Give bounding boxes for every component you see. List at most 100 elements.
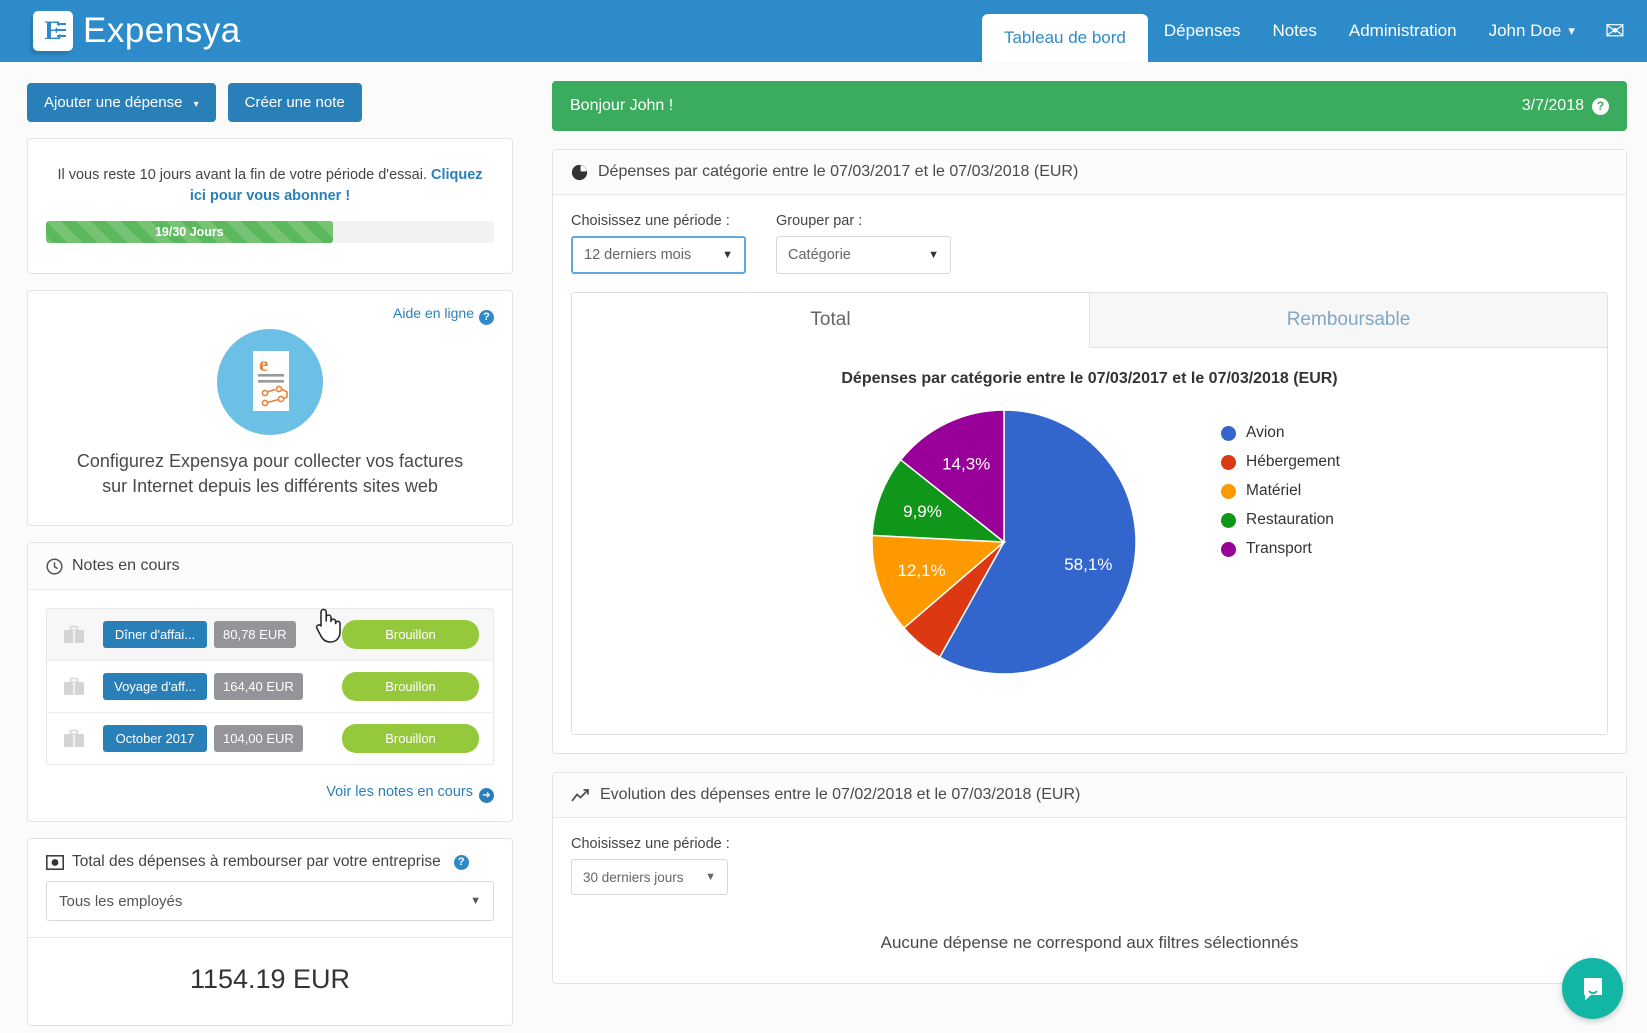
chevron-down-icon: ▾ <box>1568 23 1575 38</box>
brand-logo-group[interactable]: E Expensya <box>33 11 241 51</box>
nav-item-dashboard[interactable]: Tableau de bord <box>981 14 1148 62</box>
top-navigation-bar: E Expensya Tableau de bord Dépenses Note… <box>0 0 1647 62</box>
chevron-down-icon: ▾ <box>193 99 199 110</box>
help-icon[interactable]: ? <box>479 310 494 326</box>
evolution-period-value: 30 derniers jours <box>583 869 684 885</box>
legend-color-swatch <box>1221 541 1237 557</box>
expensya-logo-icon: E <box>33 11 73 51</box>
briefcase-icon <box>61 729 87 748</box>
category-filters: Choisissez une période : 12 derniers moi… <box>553 195 1626 274</box>
trial-progress-fill: 19/30 Jours <box>46 221 333 244</box>
note-amount: 104,00 EUR <box>214 725 303 753</box>
table-row[interactable]: Dîner d'affai... 80,78 EUR Brouillon <box>47 609 493 662</box>
online-help-link[interactable]: Aide en ligne <box>393 305 474 321</box>
trial-progress-label: 19/30 Jours <box>154 225 224 240</box>
status-badge[interactable]: Brouillon <box>342 724 479 754</box>
note-name[interactable]: Dîner d'affai... <box>103 621 207 649</box>
pie-chart[interactable]: 58,1% 12,1% 9,9% 14,3% <box>839 394 1169 694</box>
status-badge[interactable]: Brouillon <box>342 620 479 650</box>
status-badge[interactable]: Brouillon <box>342 672 479 702</box>
line-chart-icon <box>571 788 589 802</box>
evolution-filters: Choisissez une période : 30 derniers jou… <box>553 818 1626 895</box>
note-name[interactable]: Voyage d'aff... <box>103 673 207 701</box>
see-all-notes-row: Voir les notes en cours ➜ <box>28 783 512 821</box>
logo-bar-2 <box>57 29 66 31</box>
legend-color-swatch <box>1221 425 1237 441</box>
evolution-empty-message: Aucune dépense ne correspond aux filtres… <box>880 933 1299 952</box>
period-filter-label: Choisissez une période : <box>571 213 730 229</box>
help-icon[interactable]: ? <box>1592 97 1609 115</box>
total-card-header: Total des dépenses à rembourser par votr… <box>28 839 512 881</box>
category-panel-title: Dépenses par catégorie entre le 07/03/20… <box>598 163 1079 180</box>
legend-item[interactable]: Hébergement <box>1221 453 1340 471</box>
logo-letter: E <box>44 16 62 45</box>
total-card-title: Total des dépenses à rembourser par votr… <box>72 853 441 871</box>
nav-item-administration[interactable]: Administration <box>1333 0 1473 62</box>
pie-slice-label: 9,9% <box>903 502 942 521</box>
table-row[interactable]: Voyage d'aff... 164,40 EUR Brouillon <box>47 661 493 714</box>
pie-slice-label: 12,1% <box>898 561 946 580</box>
legend-label: Avion <box>1246 424 1285 441</box>
groupby-select[interactable]: Catégorie ▼ <box>776 236 951 274</box>
help-icon[interactable]: ? <box>453 854 469 870</box>
page-body: Ajouter une dépense ▾ Créer une note Il … <box>0 62 1647 1033</box>
chevron-down-icon: ▼ <box>470 895 481 908</box>
evolution-period-label: Choisissez une période : <box>571 836 730 852</box>
nav-item-user-menu[interactable]: John Doe ▾ <box>1473 0 1591 62</box>
greeting-date-group: 3/7/2018 ? <box>1522 97 1609 115</box>
period-select[interactable]: 12 derniers mois ▼ <box>571 236 746 274</box>
category-panel-header: Dépenses par catégorie entre le 07/03/20… <box>553 150 1626 195</box>
mail-icon[interactable]: ✉ <box>1591 17 1647 46</box>
online-help-row: Aide en ligne? <box>28 291 512 326</box>
current-date: 3/7/2018 <box>1521 97 1584 114</box>
legend-item[interactable]: Avion <box>1221 424 1340 442</box>
groupby-select-value: Catégorie <box>788 247 851 263</box>
table-row[interactable]: October 2017 104,00 EUR Brouillon <box>47 713 493 764</box>
invoice-document-icon: e <box>217 329 323 436</box>
main-content: Bonjour John ! 3/7/2018 ? Dépenses par c… <box>540 62 1647 1033</box>
greeting-banner: Bonjour John ! 3/7/2018 ? <box>552 81 1627 131</box>
period-select-value: 12 derniers mois <box>584 247 692 263</box>
note-name[interactable]: October 2017 <box>103 725 207 753</box>
pending-notes-header: Notes en cours <box>28 543 512 591</box>
pending-notes-card: Notes en cours Dîner d'affai... 80,78 EU… <box>27 542 513 823</box>
chat-support-button[interactable] <box>1562 958 1623 1019</box>
configuration-card: Aide en ligne? e Configurez Expensya pou… <box>27 290 513 527</box>
nav-items-group: Tableau de bord Dépenses Notes Administr… <box>981 0 1647 62</box>
legend-label: Matériel <box>1246 482 1302 499</box>
brand-name: Expensya <box>83 11 241 50</box>
pie-slice-label: 14,3% <box>942 455 990 474</box>
trial-progress-bar: 19/30 Jours <box>46 221 494 244</box>
svg-text:e: e <box>259 352 268 376</box>
legend-item[interactable]: Restauration <box>1221 511 1340 529</box>
chevron-down-icon: ▼ <box>722 249 733 261</box>
clock-icon <box>46 558 63 575</box>
tab-total[interactable]: Total <box>572 293 1090 348</box>
briefcase-icon <box>61 625 87 644</box>
trial-period-card: Il vous reste 10 jours avant la fin de v… <box>27 138 513 275</box>
see-all-notes-link[interactable]: Voir les notes en cours <box>326 784 473 800</box>
nav-item-notes[interactable]: Notes <box>1256 0 1332 62</box>
add-expense-button[interactable]: Ajouter une dépense ▾ <box>27 83 216 122</box>
evolution-period-select[interactable]: 30 derniers jours ▼ <box>571 859 728 895</box>
chart-title: Dépenses par catégorie entre le 07/03/20… <box>841 370 1338 387</box>
pie-chart-area: Dépenses par catégorie entre le 07/03/20… <box>572 348 1607 734</box>
expenses-by-category-panel: Dépenses par catégorie entre le 07/03/20… <box>552 149 1627 754</box>
chart-legend: Avion Hébergement Matériel Restauration Tran… <box>1221 424 1340 569</box>
legend-item[interactable]: Transport <box>1221 540 1340 558</box>
chart-tab-container: Total Remboursable Dépenses par catégori… <box>571 292 1608 735</box>
legend-color-swatch <box>1221 512 1237 528</box>
create-note-button[interactable]: Créer une note <box>227 83 362 122</box>
left-sidebar: Ajouter une dépense ▾ Créer une note Il … <box>0 62 540 1033</box>
briefcase-icon <box>61 677 87 696</box>
config-illustration: e <box>28 329 512 436</box>
tab-remboursable[interactable]: Remboursable <box>1090 293 1607 348</box>
logo-bar-1 <box>57 23 66 25</box>
groupby-filter-group: Grouper par : Catégorie ▼ <box>776 213 951 274</box>
arrow-right-icon[interactable]: ➜ <box>479 788 494 804</box>
legend-item[interactable]: Matériel <box>1221 482 1340 500</box>
nav-item-expenses[interactable]: Dépenses <box>1148 0 1257 62</box>
trial-message: Il vous reste 10 jours avant la fin de v… <box>28 139 512 207</box>
greeting-text: Bonjour John ! <box>570 97 674 114</box>
employee-filter-select[interactable]: Tous les employés ▼ <box>46 881 494 922</box>
